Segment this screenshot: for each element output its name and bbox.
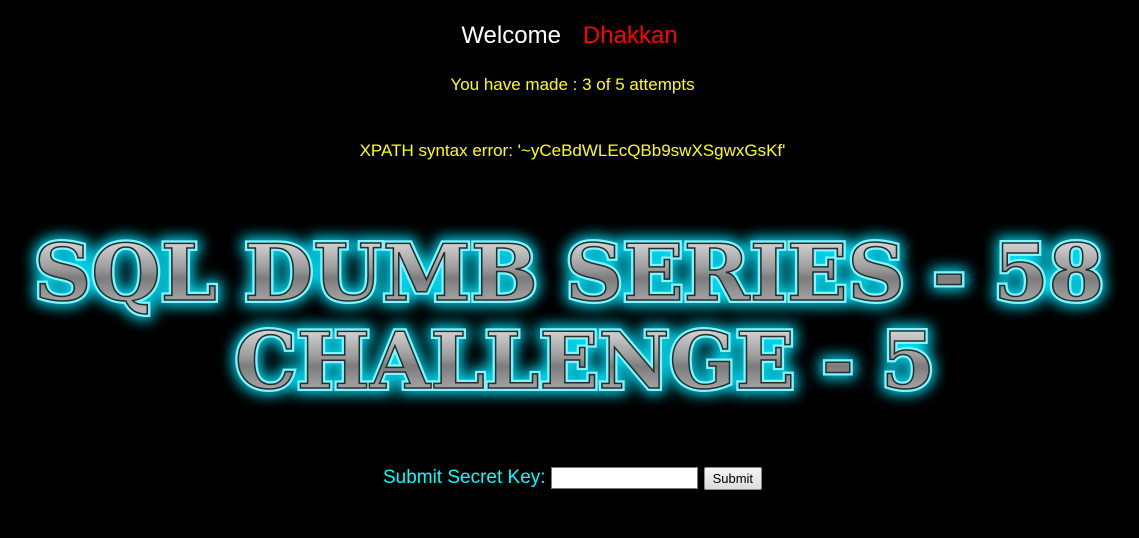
secret-key-label: Submit Secret Key: [382, 467, 546, 488]
xpath-error-message: XPATH syntax error: '~yCeBdWLEcQBb9swXSg… [359, 141, 786, 160]
username: Dhakkan [582, 22, 678, 49]
attempts-counter: You have made : 3 of 5 attempts [450, 75, 695, 94]
secret-key-input[interactable] [550, 467, 698, 489]
secret-key-form: Submit Secret Key: Submit [0, 466, 1139, 490]
banner-line2: CHALLENGE - 5 [235, 316, 935, 407]
submit-button[interactable]: Submit [703, 466, 763, 490]
banner-line1: SQL DUMB SERIES - 58 [34, 228, 1104, 319]
challenge-banner: SQL DUMB SERIES - 58 CHALLENGE - 5 SQL D… [0, 218, 1139, 408]
welcome-text: Welcome [461, 22, 561, 49]
welcome-line: Welcome Dhakkan [0, 20, 1139, 52]
banner-graphic: SQL DUMB SERIES - 58 CHALLENGE - 5 SQL D… [28, 222, 1110, 408]
